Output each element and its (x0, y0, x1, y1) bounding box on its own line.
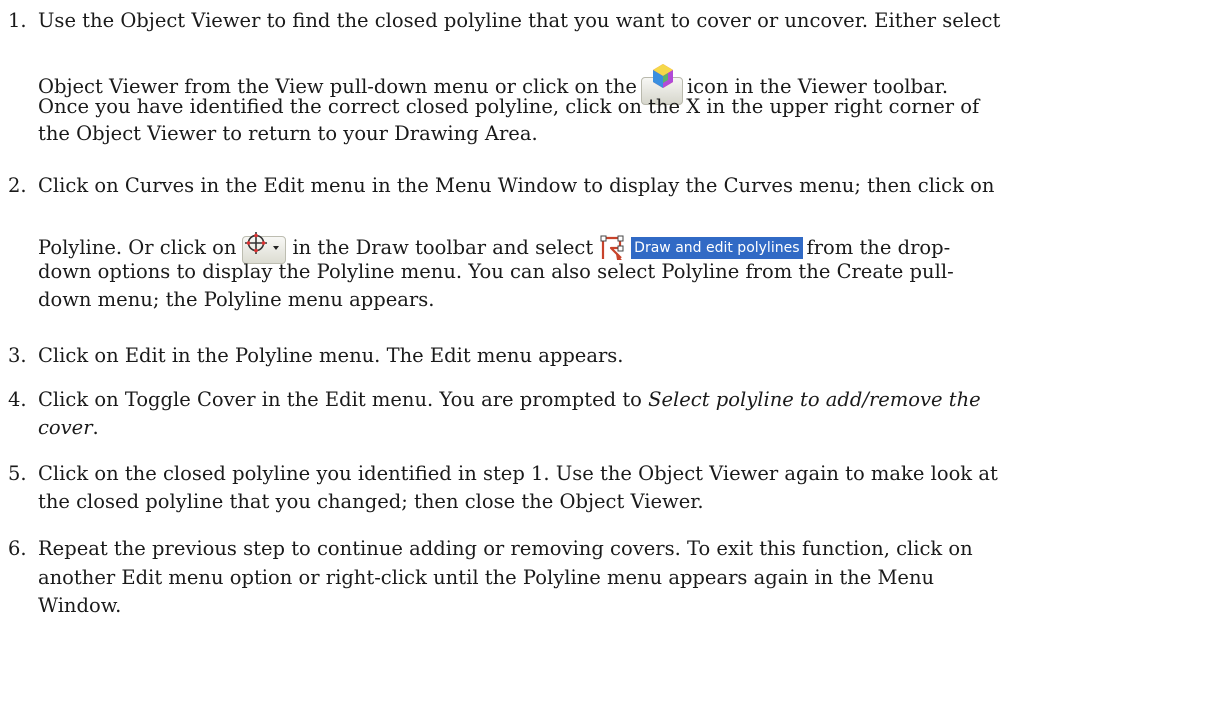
step-text-line: down menu; the Polyline menu appears. (38, 288, 435, 311)
step-text: Use the Object Viewer to find the closed… (38, 9, 1001, 32)
step-2: 2. Click on Curves in the Edit menu in t… (8, 169, 1203, 324)
step-number: 2. (8, 174, 27, 197)
step-text: Click on Toggle Cover in the Edit menu. … (38, 388, 981, 411)
step-text-line: Window. (38, 594, 122, 617)
step-3: 3. Click on Edit in the Polyline menu. T… (8, 339, 1203, 375)
step-text-line: the closed polyline that you changed; th… (38, 490, 704, 513)
step-number: 5. (8, 462, 27, 485)
step-text: Click on Edit in the Polyline menu. The … (38, 344, 624, 367)
step-number: 1. (8, 9, 27, 32)
step-text-line: the Object Viewer to return to your Draw… (38, 122, 538, 145)
step-number: 4. (8, 388, 27, 411)
step-1: 1. Use the Object Viewer to find the clo… (8, 4, 1203, 154)
prompt-text: Select polyline to add/remove the (648, 388, 981, 411)
step-text-line: cover. (38, 416, 99, 439)
step-number: 3. (8, 344, 27, 367)
step-4: 4. Click on Toggle Cover in the Edit men… (8, 383, 1203, 447)
prompt-text: cover (38, 416, 93, 439)
step-number: 6. (8, 537, 27, 560)
step-6: 6. Repeat the previous step to continue … (8, 532, 1203, 627)
step-text: Click on Curves in the Edit menu in the … (38, 174, 995, 197)
step-5: 5. Click on the closed polyline you iden… (8, 457, 1203, 521)
step-text-line: another Edit menu option or right-click … (38, 566, 935, 589)
